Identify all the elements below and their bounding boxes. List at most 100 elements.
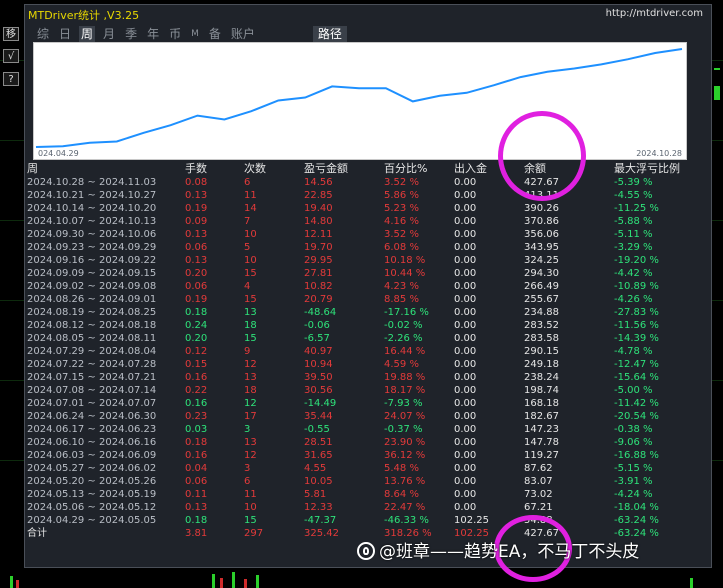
count-cell: 15 [244,268,257,279]
balance-cell: 73.02 [524,489,553,500]
balance-cell: 255.67 [524,294,559,305]
count-cell: 15 [244,333,257,344]
balance-cell: 356.06 [524,229,559,240]
move-button[interactable]: 移 [3,27,19,41]
header-lots[interactable]: 手数 [185,161,244,176]
percent-cell: 13.76 % [384,476,426,487]
drawdown-cell: -5.39 % [614,177,653,188]
table-row[interactable]: 2024.09.30 ~ 2024.10.06 0.13 10 12.11 3.52 %… [27,228,704,241]
week-cell: 2024.07.08 ~ 2024.07.14 [27,385,157,396]
lots-cell: 0.11 [185,489,208,500]
table-row[interactable]: 2024.09.02 ~ 2024.09.08 0.06 4 10.82 4.23 % 0… [27,280,704,293]
percent-cell: 23.90 % [384,437,426,448]
lots-cell: 0.19 [185,203,208,214]
table-row[interactable]: 2024.06.03 ~ 2024.06.09 0.16 12 31.65 36.12 … [27,449,704,462]
percent-cell: 3.52 % [384,177,419,188]
table-row[interactable]: 2024.08.26 ~ 2024.09.01 0.19 15 20.79 8.85 %… [27,293,704,306]
table-row[interactable]: 2024.08.05 ~ 2024.08.11 0.20 15 -6.57 -2.26 … [27,332,704,345]
header-profit[interactable]: 盈亏金额 [304,161,384,176]
count-cell: 11 [244,489,257,500]
table-row[interactable]: 2024.09.23 ~ 2024.09.29 0.06 5 19.70 6.08 % 0… [27,241,704,254]
tab-currency[interactable]: 币 [167,26,183,42]
balance-cell: 343.95 [524,242,559,253]
table-row[interactable]: 2024.08.12 ~ 2024.08.18 0.24 18 -0.06 -0.02 … [27,319,704,332]
profit-cell: 10.82 [304,281,333,292]
week-cell: 2024.06.17 ~ 2024.06.23 [27,424,157,435]
week-cell: 2024.05.06 ~ 2024.05.12 [27,502,157,513]
table-row[interactable]: 2024.05.27 ~ 2024.06.02 0.04 3 4.55 5.48 % 0.… [27,462,704,475]
table-row[interactable]: 2024.10.28 ~ 2024.11.03 0.08 6 14.56 3.52 % 0… [27,176,704,189]
table-row[interactable]: 2024.06.10 ~ 2024.06.16 0.18 13 28.51 23.90 … [27,436,704,449]
table-row[interactable]: 2024.06.24 ~ 2024.06.30 0.23 17 35.44 24.07 … [27,410,704,423]
tab-day[interactable]: 日 [57,26,73,42]
count-cell: 13 [244,372,257,383]
week-cell: 2024.09.09 ~ 2024.09.15 [27,268,157,279]
percent-cell: 4.59 % [384,359,419,370]
table-row[interactable]: 2024.09.16 ~ 2024.09.22 0.13 10 29.95 10.18 … [27,254,704,267]
drawdown-cell: -19.20 % [614,255,659,266]
header-week[interactable]: 周 [27,161,185,176]
tab-year[interactable]: 年 [145,26,161,42]
week-cell: 2024.06.10 ~ 2024.06.16 [27,437,157,448]
week-cell: 2024.10.14 ~ 2024.10.20 [27,203,157,214]
table-row[interactable]: 2024.07.08 ~ 2024.07.14 0.22 18 30.56 18.17 … [27,384,704,397]
table-row[interactable]: 2024.10.07 ~ 2024.10.13 0.09 7 14.80 4.16 % 0… [27,215,704,228]
table-row[interactable]: 2024.05.20 ~ 2024.05.26 0.06 6 10.05 13.76 %… [27,475,704,488]
table-row[interactable]: 2024.04.29 ~ 2024.05.05 0.18 15 -47.37 -46.3… [27,514,704,527]
deposit-cell: 0.00 [454,346,477,357]
count-cell: 3 [244,424,251,435]
table-row[interactable]: 2024.08.19 ~ 2024.08.25 0.18 13 -48.64 -17.1… [27,306,704,319]
week-cell: 2024.09.23 ~ 2024.09.29 [27,242,157,253]
percent-cell: 22.47 % [384,502,426,513]
tab-magic[interactable]: M [189,26,201,42]
balance-cell: 294.30 [524,268,559,279]
table-row[interactable]: 2024.07.22 ~ 2024.07.28 0.15 12 10.94 4.59 %… [27,358,704,371]
percent-cell: -2.26 % [384,333,423,344]
percent-cell: 8.85 % [384,294,419,305]
table-row[interactable]: 2024.09.09 ~ 2024.09.15 0.20 15 27.81 10.44 … [27,267,704,280]
lots-cell: 0.16 [185,398,208,409]
drawdown-cell: -11.42 % [614,398,659,409]
chart-end-date: 2024.10.28 [636,149,682,158]
header-max-drawdown[interactable]: 最大浮亏比例 [614,161,704,176]
table-row[interactable]: 2024.07.15 ~ 2024.07.21 0.16 13 39.50 19.88 … [27,371,704,384]
table-row[interactable]: 2024.10.14 ~ 2024.10.20 0.19 14 19.40 5.23 %… [27,202,704,215]
table-row[interactable]: 2024.05.13 ~ 2024.05.19 0.11 11 5.81 8.64 % 0… [27,488,704,501]
deposit-cell: 0.00 [454,307,477,318]
drawdown-cell: -16.88 % [614,450,659,461]
tab-week[interactable]: 周 [79,26,96,42]
percent-cell: 3.52 % [384,229,419,240]
profit-cell: 31.65 [304,450,333,461]
count-cell: 10 [244,502,257,513]
tab-quarter[interactable]: 季 [123,26,139,42]
help-button[interactable]: ? [3,72,19,86]
percent-cell: 19.88 % [384,372,426,383]
check-button[interactable]: √ [3,49,19,63]
table-row[interactable]: 2024.05.06 ~ 2024.05.12 0.13 10 12.33 22.47 … [27,501,704,514]
balance-cell: 249.18 [524,359,559,370]
lots-cell: 0.13 [185,190,208,201]
tab-path[interactable]: 路径 [312,26,347,42]
drawdown-cell: -4.26 % [614,294,653,305]
percent-cell: 24.07 % [384,411,426,422]
header-percent[interactable]: 百分比% [384,161,454,176]
equity-curve-svg [35,48,683,148]
table-row[interactable]: 2024.06.17 ~ 2024.06.23 0.03 3 -0.55 -0.37 %… [27,423,704,436]
deposit-cell: 0.00 [454,463,477,474]
profit-cell: 40.97 [304,346,333,357]
deposit-cell: 0.00 [454,229,477,240]
header-count[interactable]: 次数 [244,161,304,176]
week-cell: 2024.09.02 ~ 2024.09.08 [27,281,157,292]
profit-cell: 10.05 [304,476,333,487]
site-url[interactable]: http://mtdriver.com [606,8,703,19]
tab-overview[interactable]: 综 [35,26,51,42]
tab-account[interactable]: 账户 [229,26,257,42]
week-cell: 2024.08.26 ~ 2024.09.01 [27,294,157,305]
tab-month[interactable]: 月 [101,26,117,42]
tab-notes[interactable]: 备 [207,26,223,42]
table-row[interactable]: 2024.07.29 ~ 2024.08.04 0.12 9 40.97 16.44 %… [27,345,704,358]
balance-cell: 234.88 [524,307,559,318]
table-row[interactable]: 2024.07.01 ~ 2024.07.07 0.16 12 -14.49 -7.93… [27,397,704,410]
period-tabs: 综 日 周 月 季 年 币 M 备 账户 路径 [35,26,353,42]
table-row[interactable]: 2024.10.21 ~ 2024.10.27 0.13 11 22.85 5.86 %… [27,189,704,202]
